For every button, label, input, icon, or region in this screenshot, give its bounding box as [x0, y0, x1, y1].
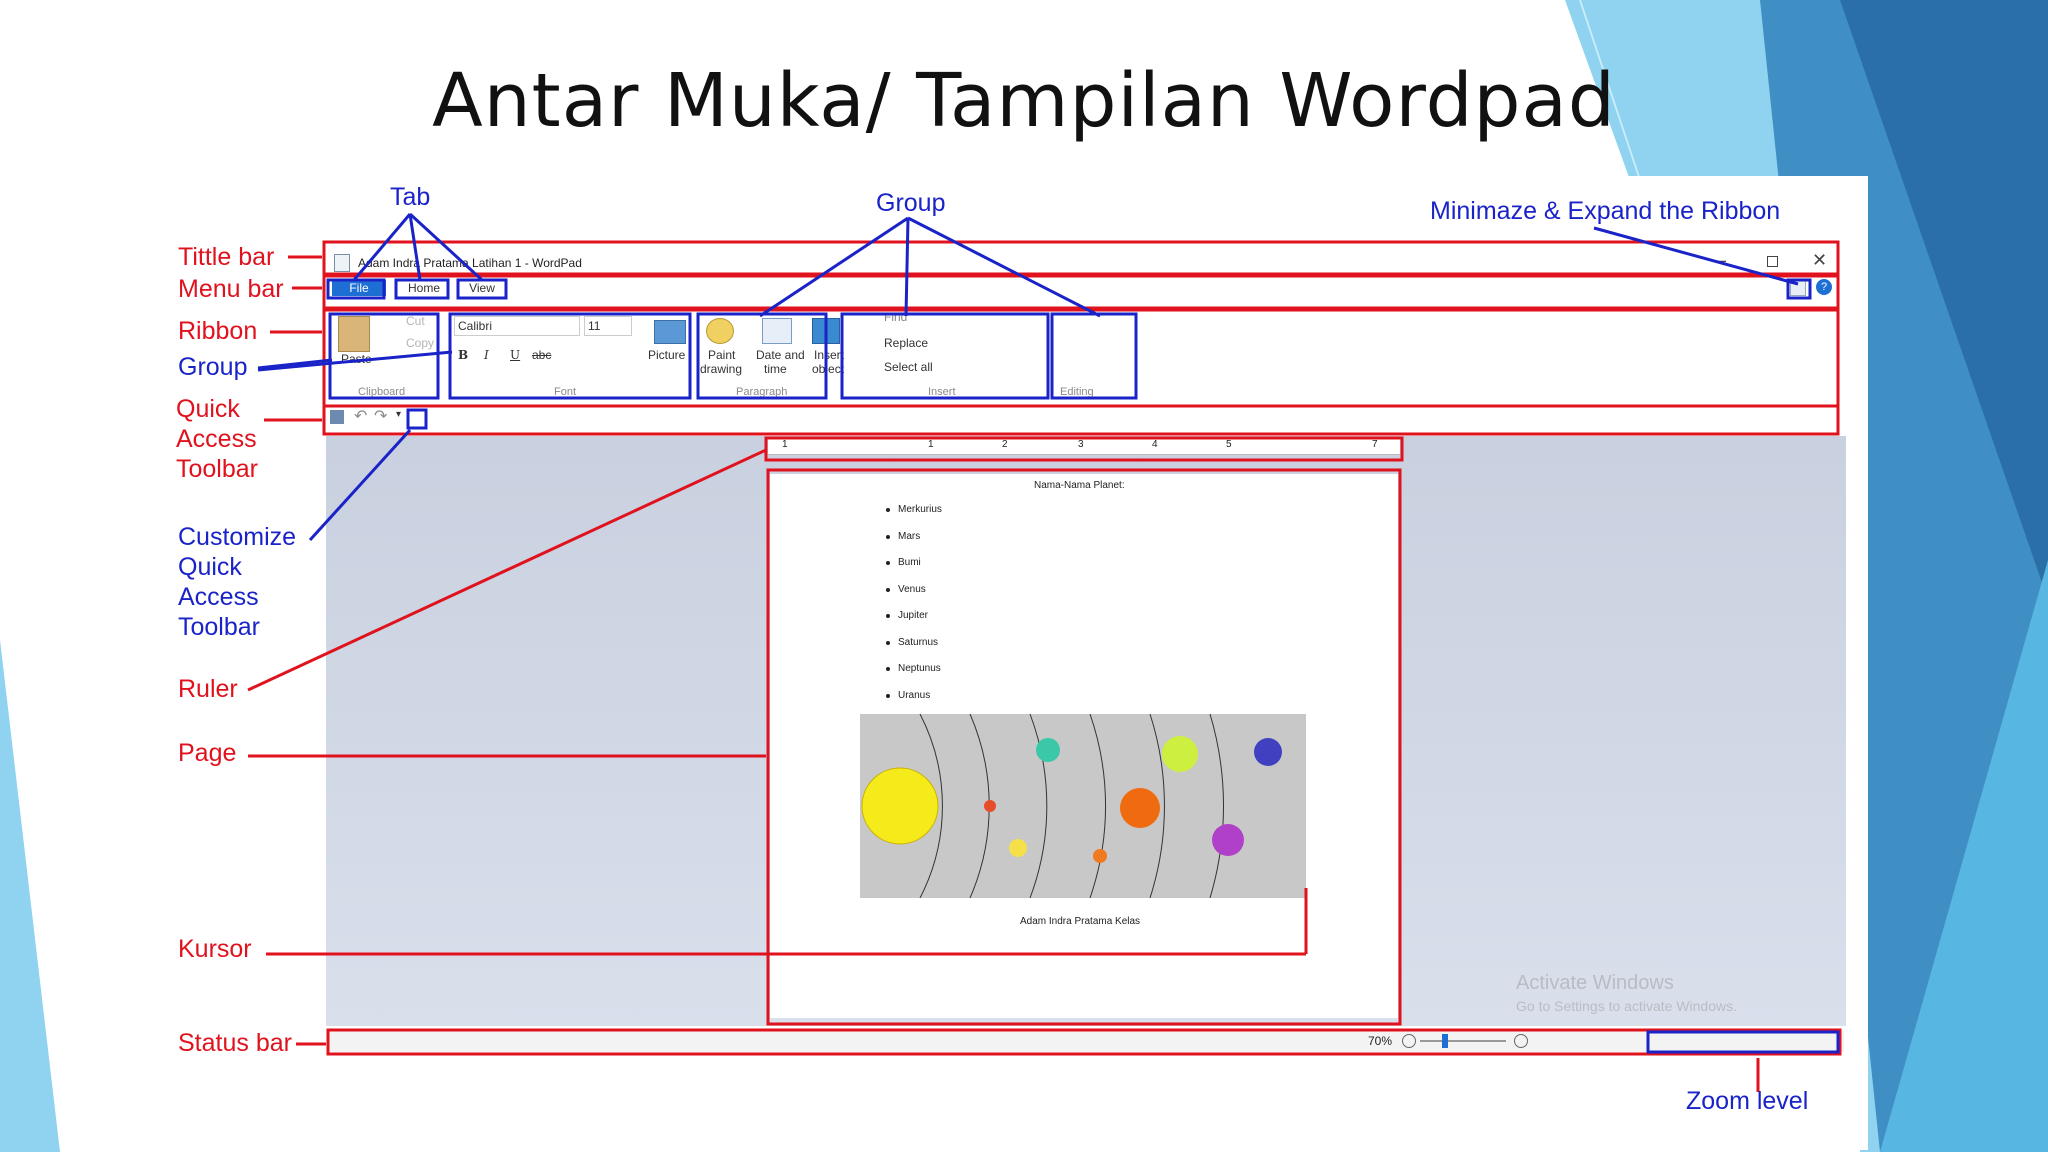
label-minimize-ribbon: Minimaze & Expand the Ribbon	[1430, 197, 1781, 225]
label-title-bar: Tittle bar	[178, 243, 275, 271]
label-menu-bar: Menu bar	[178, 275, 284, 303]
label-ribbon: Ribbon	[178, 317, 258, 345]
label-customize-2: Quick	[178, 553, 242, 581]
label-group-top: Group	[876, 189, 946, 217]
label-qat-1: Quick	[176, 395, 240, 423]
label-group-left: Group	[178, 353, 248, 381]
label-customize-4: Toolbar	[178, 613, 260, 641]
label-qat-3: Toolbar	[176, 455, 258, 483]
label-zoom-level: Zoom level	[1686, 1087, 1809, 1115]
annotation-overlay	[247, 212, 1842, 1092]
label-tab: Tab	[390, 183, 431, 211]
label-status-bar: Status bar	[178, 1029, 292, 1057]
label-qat-2: Access	[176, 425, 257, 453]
label-kursor: Kursor	[178, 935, 252, 963]
label-page: Page	[178, 739, 237, 767]
label-customize-3: Access	[178, 583, 259, 611]
label-customize-1: Customize	[178, 523, 297, 551]
label-ruler: Ruler	[178, 675, 238, 703]
